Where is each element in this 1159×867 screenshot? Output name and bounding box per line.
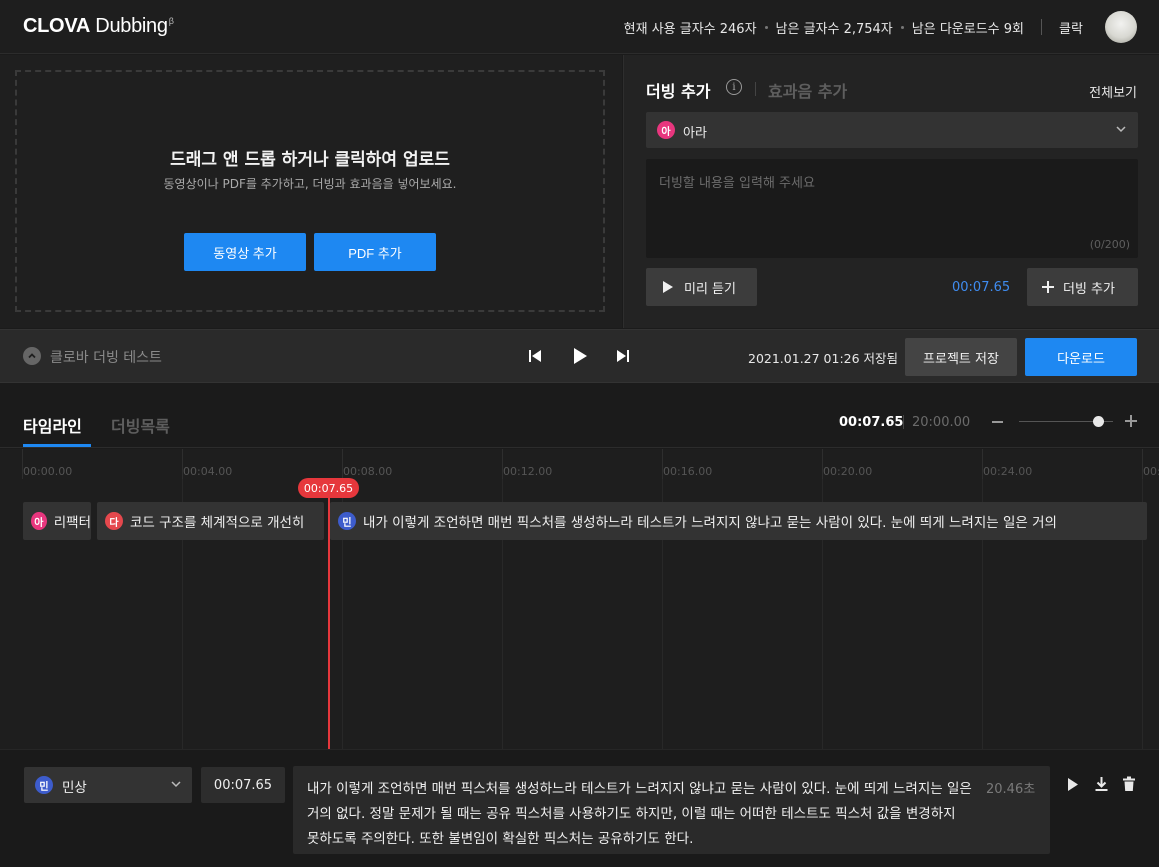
- tick-label: 00:16.00: [663, 465, 713, 478]
- logo-beta: β: [168, 16, 174, 27]
- total-time: 20:00.00: [912, 415, 971, 430]
- dubbing-clip[interactable]: 민 내가 이렇게 조언하면 매번 픽스처를 생성하느라 테스트가 느려지지 않냐…: [330, 502, 1147, 540]
- dubbing-text-placeholder: 더빙할 내용을 입력해 주세요: [659, 176, 815, 191]
- project-name[interactable]: 클로바 더빙 테스트: [50, 347, 162, 367]
- time-divider: [903, 415, 904, 429]
- dub-insert-time[interactable]: 00:07.65: [952, 280, 1010, 295]
- usage-separator: [764, 26, 768, 29]
- active-tab-indicator: [23, 444, 91, 447]
- dubbing-text-input[interactable]: 더빙할 내용을 입력해 주세요 (0/200): [646, 159, 1138, 258]
- voice-badge: 아: [657, 121, 675, 139]
- current-time: 00:07.65: [839, 415, 904, 430]
- plus-icon[interactable]: [1125, 415, 1137, 427]
- tick-label: 00:2: [1143, 465, 1159, 478]
- upload-title: 드래그 앤 드롭 하거나 클릭하여 업로드: [170, 150, 450, 170]
- upload-dropzone[interactable]: 드래그 앤 드롭 하거나 클릭하여 업로드 동영상이나 PDF를 추가하고, 더…: [15, 70, 605, 312]
- project-bar: 클로바 더빙 테스트 2021.01.27 01:26 저장됨 프로젝트 저장 …: [0, 329, 1159, 383]
- tick-label: 00:08.00: [343, 465, 393, 478]
- app-header: CLOVA Dubbingβ 현재 사용 글자수 246자 남은 글자수 2,7…: [0, 0, 1159, 54]
- clip-text: 리팩터: [53, 515, 91, 531]
- header-divider: [1041, 19, 1042, 35]
- play-icon[interactable]: [572, 347, 588, 365]
- chevron-down-icon: [1116, 126, 1126, 133]
- save-project-button[interactable]: 프로젝트 저장: [905, 338, 1017, 376]
- preview-button[interactable]: 미리 듣기: [646, 268, 757, 306]
- add-pdf-button[interactable]: PDF 추가: [314, 233, 436, 271]
- clip-voice-badge: 아: [31, 512, 47, 530]
- voice-name: 아라: [683, 126, 707, 141]
- playhead[interactable]: [328, 487, 330, 749]
- avatar[interactable]: [1105, 11, 1137, 43]
- logo-light: Dubbing: [95, 15, 168, 37]
- char-count: (0/200): [1089, 238, 1130, 251]
- voice-badge: 민: [35, 776, 53, 794]
- voice-select[interactable]: 아 아라: [646, 112, 1138, 148]
- preview-label: 미리 듣기: [684, 281, 736, 297]
- dubbing-clip[interactable]: 다 코드 구조를 체계적으로 개선히: [97, 502, 324, 540]
- clip-start-time[interactable]: 00:07.65: [201, 767, 285, 803]
- timeline-header: 타임라인 더빙목록 00:07.65 20:00.00: [0, 384, 1159, 448]
- tab-add-sound-effect[interactable]: 효과음 추가: [768, 78, 847, 102]
- user-name[interactable]: 클락: [1059, 18, 1083, 37]
- usage-stats: 현재 사용 글자수 246자 남은 글자수 2,754자 남은 다운로드수 9회: [624, 18, 1024, 37]
- add-dubbing-label: 더빙 추가: [1063, 281, 1115, 297]
- clip-voice-badge: 다: [105, 512, 123, 530]
- chevron-down-icon: [171, 781, 181, 788]
- clip-voice-badge: 민: [338, 512, 356, 530]
- upload-subtitle: 동영상이나 PDF를 추가하고, 더빙과 효과음을 넣어보세요.: [163, 177, 457, 191]
- dubbing-clip[interactable]: 아 리팩터: [23, 502, 91, 540]
- usage-remaining-chars: 남은 글자수 2,754자: [775, 22, 893, 37]
- clip-editor: 민 민상 00:07.65 내가 이렇게 조언하면 매번 픽스처를 생성하느라 …: [0, 749, 1159, 867]
- usage-used-chars: 현재 사용 글자수 246자: [623, 22, 757, 37]
- clip-text: 코드 구조를 체계적으로 개선히: [130, 515, 305, 531]
- tick-label: 00:00.00: [23, 465, 73, 478]
- upload-panel: 드래그 앤 드롭 하거나 클릭하여 업로드 동영상이나 PDF를 추가하고, 더…: [0, 55, 622, 328]
- voice-name: 민상: [62, 780, 87, 796]
- clip-text-input[interactable]: 내가 이렇게 조언하면 매번 픽스처를 생성하느라 테스트가 느려지지 않냐고 …: [293, 766, 1050, 854]
- usage-remaining-downloads: 남은 다운로드수 9회: [911, 22, 1024, 37]
- download-icon[interactable]: [1094, 776, 1109, 792]
- chevron-up-icon[interactable]: [23, 347, 41, 365]
- timeline-track[interactable]: 00:00.00 00:04.00 00:08.00 00:12.00 00:1…: [0, 449, 1159, 749]
- logo-bold: CLOVA: [23, 15, 91, 37]
- app-logo[interactable]: CLOVA Dubbingβ: [23, 15, 174, 38]
- skip-previous-icon[interactable]: [528, 349, 542, 363]
- zoom-slider-handle[interactable]: [1093, 416, 1105, 427]
- tick-label: 00:20.00: [823, 465, 873, 478]
- minus-icon[interactable]: [992, 421, 1003, 423]
- usage-separator: [900, 26, 904, 29]
- view-all-link[interactable]: 전체보기: [1089, 82, 1137, 101]
- playhead-time-label[interactable]: 00:07.65: [298, 478, 359, 498]
- clip-text: 내가 이렇게 조언하면 매번 픽스처를 생성하느라 테스트가 느려지지 않냐고 …: [363, 515, 1057, 531]
- tick-label: 00:12.00: [503, 465, 553, 478]
- skip-next-icon[interactable]: [616, 349, 630, 363]
- tab-divider: [755, 82, 756, 96]
- tab-timeline[interactable]: 타임라인: [23, 413, 82, 437]
- saved-status: 2021.01.27 01:26 저장됨: [748, 351, 899, 366]
- trash-icon[interactable]: [1122, 776, 1136, 792]
- plus-icon: [1042, 281, 1054, 293]
- add-video-button[interactable]: 동영상 추가: [184, 233, 306, 271]
- clip-voice-select[interactable]: 민 민상: [24, 767, 192, 803]
- tab-add-dubbing[interactable]: 더빙 추가: [646, 78, 710, 102]
- dub-panel: 더빙 추가 i 효과음 추가 전체보기 아 아라 더빙할 내용을 입력해 주세요…: [623, 55, 1159, 328]
- info-icon[interactable]: i: [726, 79, 742, 95]
- tick-label: 00:04.00: [183, 465, 233, 478]
- play-icon[interactable]: [1067, 777, 1079, 792]
- clip-duration: 20.46초: [986, 782, 1036, 797]
- tick-label: 00:24.00: [983, 465, 1033, 478]
- tab-dubbing-list[interactable]: 더빙목록: [111, 413, 170, 437]
- add-dubbing-button[interactable]: 더빙 추가: [1027, 268, 1138, 306]
- play-icon: [663, 281, 673, 293]
- download-button[interactable]: 다운로드: [1025, 338, 1137, 376]
